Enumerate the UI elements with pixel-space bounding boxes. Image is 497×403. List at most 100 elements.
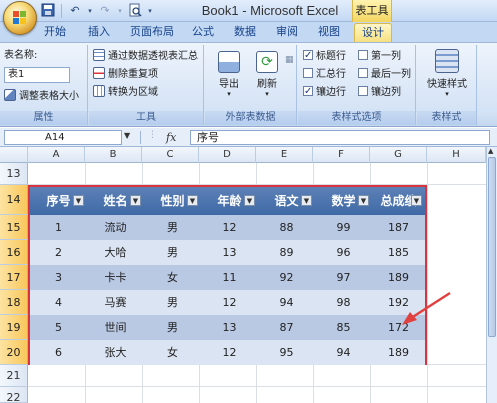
last-column-option[interactable]: 最后一列	[358, 67, 411, 82]
table-cell[interactable]: 189	[372, 265, 425, 290]
row-header-13[interactable]: 13	[0, 163, 28, 185]
table-cell[interactable]: 女	[144, 340, 201, 365]
row-header-17[interactable]: 17	[0, 265, 28, 290]
filter-dropdown-icon[interactable]: ▼	[244, 195, 255, 206]
filter-dropdown-icon[interactable]: ▼	[358, 195, 369, 206]
table-cell[interactable]: 男	[144, 240, 201, 265]
excel-table[interactable]: 序号 ▼ 姓名 ▼ 性别 ▼ 年龄 ▼ 语文 ▼ 数学 ▼ 总成绩 ▼ 1 流动男 12 88 99 1…	[28, 185, 427, 365]
scroll-up-icon[interactable]: ▲	[488, 147, 493, 155]
insert-function-icon[interactable]: fx	[166, 130, 186, 145]
vertical-scrollbar[interactable]: ▲	[486, 147, 497, 403]
row-header-19[interactable]: 19	[0, 315, 28, 340]
header-cell-seq[interactable]: 序号 ▼	[30, 187, 87, 215]
filter-dropdown-icon[interactable]: ▼	[130, 195, 141, 206]
row-header-14[interactable]: 14	[0, 185, 28, 215]
table-cell[interactable]: 13	[201, 315, 258, 340]
banded-rows-checkbox[interactable]	[303, 84, 313, 99]
scrollbar-thumb[interactable]	[488, 157, 496, 337]
formula-input[interactable]: 序号	[190, 130, 490, 145]
table-cell[interactable]: 12	[201, 215, 258, 240]
table-cell[interactable]: 87	[258, 315, 315, 340]
header-cell-chinese[interactable]: 语文 ▼	[258, 187, 315, 215]
table-cell[interactable]: 4	[30, 290, 87, 315]
row-header-16[interactable]: 16	[0, 240, 28, 265]
tab-insert[interactable]: 插入	[80, 22, 118, 42]
tab-review[interactable]: 审阅	[268, 22, 306, 42]
table-cell[interactable]: 95	[258, 340, 315, 365]
table-name-input[interactable]: 表1	[4, 67, 70, 83]
first-column-option[interactable]: 第一列	[358, 49, 401, 64]
column-header-c[interactable]: C	[142, 147, 199, 163]
banded-columns-checkbox[interactable]	[358, 86, 368, 96]
refresh-button[interactable]: ⟳ 刷新 ▾	[249, 51, 285, 98]
column-header-e[interactable]: E	[256, 147, 313, 163]
header-cell-name[interactable]: 姓名 ▼	[87, 187, 144, 215]
save-icon[interactable]	[40, 3, 56, 19]
column-header-d[interactable]: D	[199, 147, 256, 163]
column-header-g[interactable]: G	[370, 147, 427, 163]
redo-icon[interactable]: ↷	[97, 3, 113, 19]
table-cell[interactable]: 96	[315, 240, 372, 265]
select-all-corner[interactable]	[0, 147, 28, 163]
redo-dropdown-icon[interactable]: ▾	[116, 3, 124, 19]
table-cell[interactable]: 94	[258, 290, 315, 315]
table-cell[interactable]: 马赛	[87, 290, 144, 315]
filter-dropdown-icon[interactable]: ▼	[187, 195, 198, 206]
table-cell[interactable]: 94	[315, 340, 372, 365]
table-cell[interactable]: 大哈	[87, 240, 144, 265]
total-row-option[interactable]: 汇总行	[303, 67, 346, 82]
name-box-dropdown-icon[interactable]: ▼	[124, 131, 130, 140]
print-preview-icon[interactable]	[127, 3, 143, 19]
table-cell[interactable]: 男	[144, 290, 201, 315]
table-cell[interactable]: 3	[30, 265, 87, 290]
header-cell-math[interactable]: 数学 ▼	[315, 187, 372, 215]
column-header-b[interactable]: B	[85, 147, 142, 163]
header-cell-gender[interactable]: 性别 ▼	[144, 187, 201, 215]
row-header-20[interactable]: 20	[0, 340, 28, 365]
filter-dropdown-icon[interactable]: ▼	[301, 195, 312, 206]
filter-dropdown-icon[interactable]: ▼	[73, 195, 84, 206]
table-cell[interactable]: 97	[315, 265, 372, 290]
last-column-checkbox[interactable]	[358, 68, 368, 78]
table-cell[interactable]: 98	[315, 290, 372, 315]
table-cell[interactable]: 世间	[87, 315, 144, 340]
total-row-checkbox[interactable]	[303, 68, 313, 78]
first-column-checkbox[interactable]	[358, 50, 368, 60]
header-cell-age[interactable]: 年龄 ▼	[201, 187, 258, 215]
column-header-a[interactable]: A	[28, 147, 85, 163]
table-cell[interactable]: 6	[30, 340, 87, 365]
tab-formulas[interactable]: 公式	[184, 22, 222, 42]
resize-table-button[interactable]: 调整表格大小	[4, 89, 79, 104]
tab-view[interactable]: 视图	[310, 22, 348, 42]
tab-home[interactable]: 开始	[36, 22, 74, 42]
table-cell[interactable]: 185	[372, 240, 425, 265]
table-cell[interactable]: 12	[201, 340, 258, 365]
banded-columns-option[interactable]: 镶边列	[358, 85, 401, 100]
remove-duplicates-button[interactable]: 删除重复项	[93, 67, 158, 82]
office-button[interactable]	[3, 1, 37, 35]
table-cell[interactable]: 12	[201, 290, 258, 315]
row-header-21[interactable]: 21	[0, 365, 28, 387]
table-cell[interactable]: 187	[372, 215, 425, 240]
table-cell[interactable]: 13	[201, 240, 258, 265]
column-header-h[interactable]: H	[427, 147, 486, 163]
row-header-22[interactable]: 22	[0, 387, 28, 403]
tab-design[interactable]: 设计	[354, 23, 392, 43]
header-cell-total[interactable]: 总成绩 ▼	[372, 187, 425, 215]
worksheet-grid[interactable]: A B C D E F G H 13 14 15 16 17 18 19 20 …	[0, 147, 486, 403]
table-cell[interactable]: 89	[258, 240, 315, 265]
tab-page-layout[interactable]: 页面布局	[124, 22, 180, 42]
table-cell[interactable]: 张大	[87, 340, 144, 365]
filter-dropdown-icon[interactable]: ▼	[411, 195, 422, 206]
table-cell[interactable]: 女	[144, 265, 201, 290]
table-cell[interactable]: 189	[372, 340, 425, 365]
header-row-option[interactable]: 标题行	[303, 48, 346, 64]
table-cell[interactable]: 5	[30, 315, 87, 340]
row-header-15[interactable]: 15	[0, 215, 28, 240]
table-cell[interactable]: 流动	[87, 215, 144, 240]
undo-icon[interactable]: ↶	[67, 3, 83, 19]
table-cell[interactable]: 男	[144, 215, 201, 240]
column-header-f[interactable]: F	[313, 147, 370, 163]
table-cell[interactable]: 85	[315, 315, 372, 340]
table-cell[interactable]: 88	[258, 215, 315, 240]
